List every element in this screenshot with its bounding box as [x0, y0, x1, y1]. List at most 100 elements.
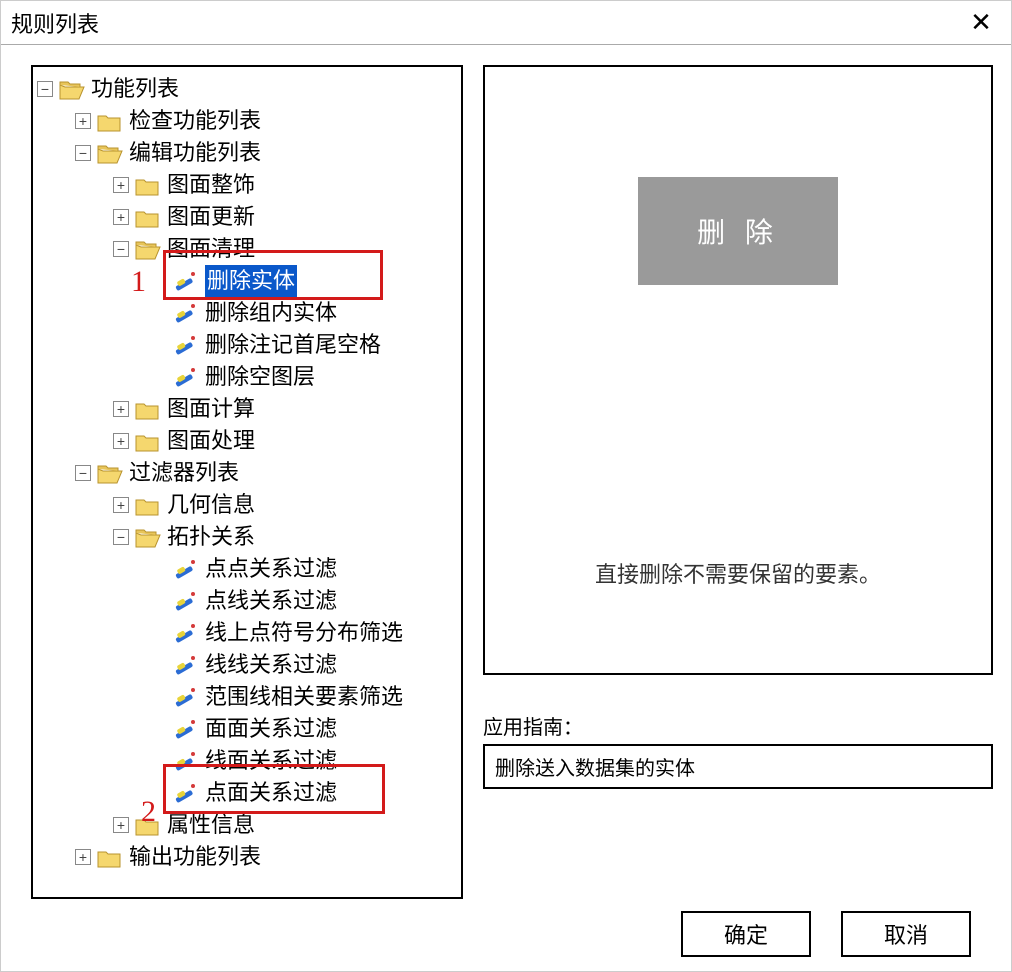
tree-node-geom[interactable]: + 几何信息: [37, 489, 457, 521]
expand-icon[interactable]: +: [113, 401, 129, 417]
titlebar: 规则列表 ✕: [1, 1, 1011, 45]
tree-panel: − 功能列表 + 检查功能列表 − 编辑功能列表: [31, 65, 463, 899]
tree-node-aa[interactable]: 面面关系过滤: [37, 713, 457, 745]
preview-description: 直接删除不需要保留的要素。: [485, 557, 991, 589]
tree-label: 编辑功能列表: [129, 137, 261, 169]
tree-node-filter[interactable]: − 过滤器列表: [37, 457, 457, 489]
tree-label: 点线关系过滤: [205, 585, 337, 617]
folder-open-icon: [135, 527, 161, 547]
wand-icon: [173, 270, 199, 292]
tree-node-del-space[interactable]: 删除注记首尾空格: [37, 329, 457, 361]
tree-node-pp[interactable]: 点点关系过滤: [37, 553, 457, 585]
expand-icon[interactable]: +: [75, 113, 91, 129]
collapse-icon[interactable]: −: [75, 145, 91, 161]
expand-icon[interactable]: +: [113, 209, 129, 225]
expand-icon[interactable]: +: [113, 177, 129, 193]
folder-closed-icon: [135, 495, 161, 515]
guide-text: 删除送入数据集的实体: [495, 752, 981, 781]
preview-panel: 删 除 直接删除不需要保留的要素。: [483, 65, 993, 675]
tree-label: 线上点符号分布筛选: [205, 617, 403, 649]
tree-label: 删除组内实体: [205, 297, 337, 329]
tree-label: 几何信息: [167, 489, 255, 521]
collapse-icon[interactable]: −: [37, 81, 53, 97]
collapse-icon[interactable]: −: [75, 465, 91, 481]
tree-label: 检查功能列表: [129, 105, 261, 137]
tree-label: 删除注记首尾空格: [205, 329, 381, 361]
expand-icon[interactable]: +: [113, 433, 129, 449]
tree-label: 过滤器列表: [129, 457, 239, 489]
tree-label: 功能列表: [91, 73, 179, 105]
wand-icon: [173, 302, 199, 324]
collapse-icon[interactable]: −: [113, 241, 129, 257]
ok-button[interactable]: 确定: [681, 911, 811, 957]
collapse-icon[interactable]: −: [113, 529, 129, 545]
tree-node-attr[interactable]: + 属性信息: [37, 809, 457, 841]
tree-node-del-group[interactable]: 删除组内实体: [37, 297, 457, 329]
dialog-button-bar: 确定 取消: [1, 907, 1011, 971]
wand-icon: [173, 334, 199, 356]
tree-label: 属性信息: [167, 809, 255, 841]
tree-label: 点点关系过滤: [205, 553, 337, 585]
wand-icon: [173, 718, 199, 740]
tree-label: 点面关系过滤: [205, 777, 337, 809]
tree-label: 图面处理: [167, 425, 255, 457]
tree-node-range[interactable]: 范围线相关要素筛选: [37, 681, 457, 713]
wand-icon: [173, 654, 199, 676]
wand-icon: [173, 686, 199, 708]
tree-node-del-layer[interactable]: 删除空图层: [37, 361, 457, 393]
tree-node-clean[interactable]: − 图面清理: [37, 233, 457, 265]
folder-closed-icon: [97, 111, 123, 131]
folder-closed-icon: [135, 207, 161, 227]
cancel-button[interactable]: 取消: [841, 911, 971, 957]
tree-label: 图面计算: [167, 393, 255, 425]
tree-node-edit[interactable]: − 编辑功能列表: [37, 137, 457, 169]
tree-node-pa[interactable]: 点面关系过滤: [37, 777, 457, 809]
tree-node-update[interactable]: + 图面更新: [37, 201, 457, 233]
tree-label: 图面清理: [167, 233, 255, 265]
tree-node-pl[interactable]: 点线关系过滤: [37, 585, 457, 617]
tree-node-la[interactable]: 线面关系过滤: [37, 745, 457, 777]
tree-node-output[interactable]: + 输出功能列表: [37, 841, 457, 873]
expand-icon[interactable]: +: [75, 849, 91, 865]
wand-icon: [173, 622, 199, 644]
tree-node-ll[interactable]: 线线关系过滤: [37, 649, 457, 681]
folder-open-icon: [97, 143, 123, 163]
guide-panel: 删除送入数据集的实体: [483, 744, 993, 789]
folder-closed-icon: [135, 431, 161, 451]
tree-node-lps[interactable]: 线上点符号分布筛选: [37, 617, 457, 649]
tree-label: 输出功能列表: [129, 841, 261, 873]
tree-label: 线线关系过滤: [205, 649, 337, 681]
folder-closed-icon: [135, 399, 161, 419]
tree-node-topo[interactable]: − 拓扑关系: [37, 521, 457, 553]
expand-icon[interactable]: +: [113, 817, 129, 833]
tree-label: 图面整饰: [167, 169, 255, 201]
tree-label: 图面更新: [167, 201, 255, 233]
tree-node-proc[interactable]: + 图面处理: [37, 425, 457, 457]
folder-closed-icon: [135, 175, 161, 195]
tree-label-selected: 删除实体: [205, 265, 297, 297]
wand-icon: [173, 590, 199, 612]
tree-node-del-entity[interactable]: 删除实体: [37, 265, 457, 297]
tree-node-deco[interactable]: + 图面整饰: [37, 169, 457, 201]
folder-closed-icon: [97, 847, 123, 867]
wand-icon: [173, 366, 199, 388]
folder-open-icon: [135, 239, 161, 259]
tree-label: 删除空图层: [205, 361, 315, 393]
guide-label: 应用指南：: [483, 711, 993, 740]
tree-node-root[interactable]: − 功能列表: [37, 73, 457, 105]
delete-action-button[interactable]: 删 除: [638, 177, 838, 285]
close-icon[interactable]: ✕: [961, 3, 1001, 43]
expand-icon[interactable]: +: [113, 497, 129, 513]
tree-label: 线面关系过滤: [205, 745, 337, 777]
tree-node-calc[interactable]: + 图面计算: [37, 393, 457, 425]
folder-open-icon: [59, 79, 85, 99]
wand-icon: [173, 750, 199, 772]
tree-label: 范围线相关要素筛选: [205, 681, 403, 713]
tree-node-check[interactable]: + 检查功能列表: [37, 105, 457, 137]
folder-open-icon: [97, 463, 123, 483]
tree-label: 面面关系过滤: [205, 713, 337, 745]
tree-label: 拓扑关系: [167, 521, 255, 553]
rules-dialog: 规则列表 ✕ − 功能列表 + 检查功能列表: [0, 0, 1012, 972]
wand-icon: [173, 558, 199, 580]
rule-tree[interactable]: − 功能列表 + 检查功能列表 − 编辑功能列表: [37, 73, 457, 873]
